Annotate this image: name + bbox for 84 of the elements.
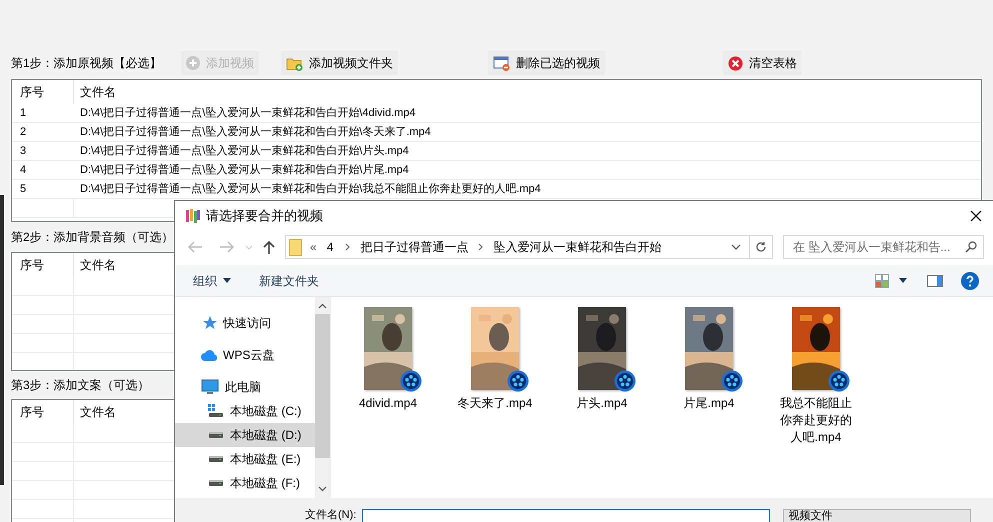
file-item[interactable]: 4divid.mp4 <box>338 307 438 412</box>
chevron-right-icon[interactable] <box>345 243 350 251</box>
help-icon[interactable] <box>961 272 979 290</box>
film-reel-icon <box>614 370 636 392</box>
film-reel-icon <box>400 370 422 392</box>
table-cell-text: D:\4\把日子过得普通一点\坠入爱河从一束鲜花和告白开始\片头.mp4 <box>79 144 409 159</box>
table-cell-text: 3 <box>19 144 28 159</box>
up-arrow-icon[interactable] <box>263 240 275 254</box>
drive-icon <box>208 480 224 486</box>
table-cell-text: D:\4\把日子过得普通一点\坠入爱河从一束鲜花和告白开始\4divid.mp4 <box>79 106 416 121</box>
view-grid-icon[interactable] <box>875 274 889 288</box>
breadcrumb-item[interactable]: 4 <box>326 238 334 256</box>
drive-icon <box>208 456 224 462</box>
file-type-dropdown[interactable]: 视频文件 <box>783 509 972 522</box>
nav-item[interactable]: 本地磁盘 (D:) <box>175 423 315 447</box>
table-cell-text: D:\4\把日子过得普通一点\坠入爱河从一束鲜花和告白开始\片尾.mp4 <box>79 162 409 178</box>
column-header: 文件名 <box>79 257 116 274</box>
step-label: 第2步：添加背景音频（可选） <box>11 229 174 246</box>
nav-item[interactable]: 此电脑 <box>175 375 315 399</box>
column-header: 序号 <box>12 80 74 104</box>
column-header: 文件名 <box>79 404 116 421</box>
file-item[interactable]: 片头.mp4 <box>552 307 652 412</box>
toolbar-button[interactable]: 删除已选的视频 <box>488 51 605 75</box>
windows-drive-icon <box>208 404 224 418</box>
file-name: 冬天来了.mp4 <box>456 395 534 412</box>
cloud-icon <box>201 349 217 361</box>
refresh-icon[interactable] <box>755 241 767 253</box>
search-icon <box>965 241 977 253</box>
table-cell-text: 2 <box>19 124 28 140</box>
monitor-icon <box>201 379 219 395</box>
folder-icon <box>289 238 302 256</box>
film-reel-icon <box>828 370 850 392</box>
file-name: 我总不能阻止你奔赴更好的人吧.mp4 <box>779 395 853 446</box>
file-name-field[interactable] <box>362 509 770 522</box>
toolbar-button[interactable]: 新建文件夹 <box>259 272 319 290</box>
table-cell-text: 4 <box>19 162 28 178</box>
app-icon <box>185 208 201 224</box>
folder-add-icon <box>286 56 303 70</box>
file-name: 4divid.mp4 <box>358 395 418 412</box>
address-bar[interactable]: « 4 把日子过得普通一点 坠入爱河从一束鲜花和告白开始 <box>285 235 773 259</box>
scroll-down-icon[interactable] <box>318 486 327 492</box>
preview-pane-icon[interactable] <box>927 274 943 286</box>
plus-icon <box>186 56 200 70</box>
search-field[interactable]: 在 坠入爱河从一束鲜花和告... <box>783 235 984 259</box>
column-header: 文件名 <box>79 84 116 101</box>
nav-item[interactable]: WPS云盘 <box>175 343 315 367</box>
menu-button[interactable]: 组织 <box>193 272 231 290</box>
breadcrumb-overflow[interactable]: « <box>310 238 317 256</box>
star-icon <box>201 315 217 331</box>
table-cell-text: 5 <box>19 182 28 197</box>
nav-item[interactable]: 本地磁盘 (F:) <box>175 471 315 495</box>
window-title: 请选择要合并的视频 <box>206 207 323 226</box>
step-label: 第1步：添加原视频【必选】 <box>11 55 163 72</box>
close-icon <box>970 210 982 222</box>
toolbar-button[interactable]: 添加视频文件夹 <box>281 51 398 75</box>
window-remove-icon <box>493 56 510 70</box>
file-name: 片尾.mp4 <box>682 395 736 412</box>
toolbar-button[interactable]: 清空表格 <box>723 51 802 75</box>
file-item[interactable]: 冬天来了.mp4 <box>445 307 545 412</box>
column-header: 序号 <box>12 400 74 424</box>
caret-icon <box>223 278 231 283</box>
column-header: 序号 <box>12 253 74 277</box>
file-item[interactable]: 我总不能阻止你奔赴更好的人吧.mp4 <box>766 307 866 446</box>
table-cell-text: 1 <box>19 106 28 121</box>
chevron-down-icon[interactable] <box>731 244 741 250</box>
step-label: 第3步：添加文案（可选） <box>11 377 150 394</box>
breadcrumb-item[interactable]: 把日子过得普通一点 <box>360 238 468 256</box>
file-item[interactable]: 片尾.mp4 <box>659 307 759 412</box>
nav-item[interactable]: 快速访问 <box>175 311 315 335</box>
film-reel-icon <box>507 370 529 392</box>
close-icon <box>728 56 743 70</box>
film-reel-icon <box>721 370 743 392</box>
caret-icon[interactable] <box>899 278 907 283</box>
nav-item[interactable]: 本地磁盘 (C:) <box>175 399 315 423</box>
drive-icon <box>208 432 224 438</box>
chevron-right-icon[interactable] <box>478 243 484 251</box>
file-name-label: 文件名(N): <box>305 509 356 521</box>
table-cell-text: D:\4\把日子过得普通一点\坠入爱河从一束鲜花和告白开始\我总不能阻止你奔赴更好的人吧.mp4 <box>79 182 541 197</box>
breadcrumb-item[interactable]: 坠入爱河从一束鲜花和告白开始 <box>493 238 662 256</box>
file-name: 片头.mp4 <box>576 395 628 412</box>
scrollbar[interactable] <box>315 297 330 498</box>
table-cell-text: D:\4\把日子过得普通一点\坠入爱河从一束鲜花和告白开始\冬天来了.mp4 <box>79 124 431 140</box>
scroll-up-icon[interactable] <box>318 303 327 309</box>
nav-item[interactable]: 本地磁盘 (E:) <box>175 447 315 471</box>
